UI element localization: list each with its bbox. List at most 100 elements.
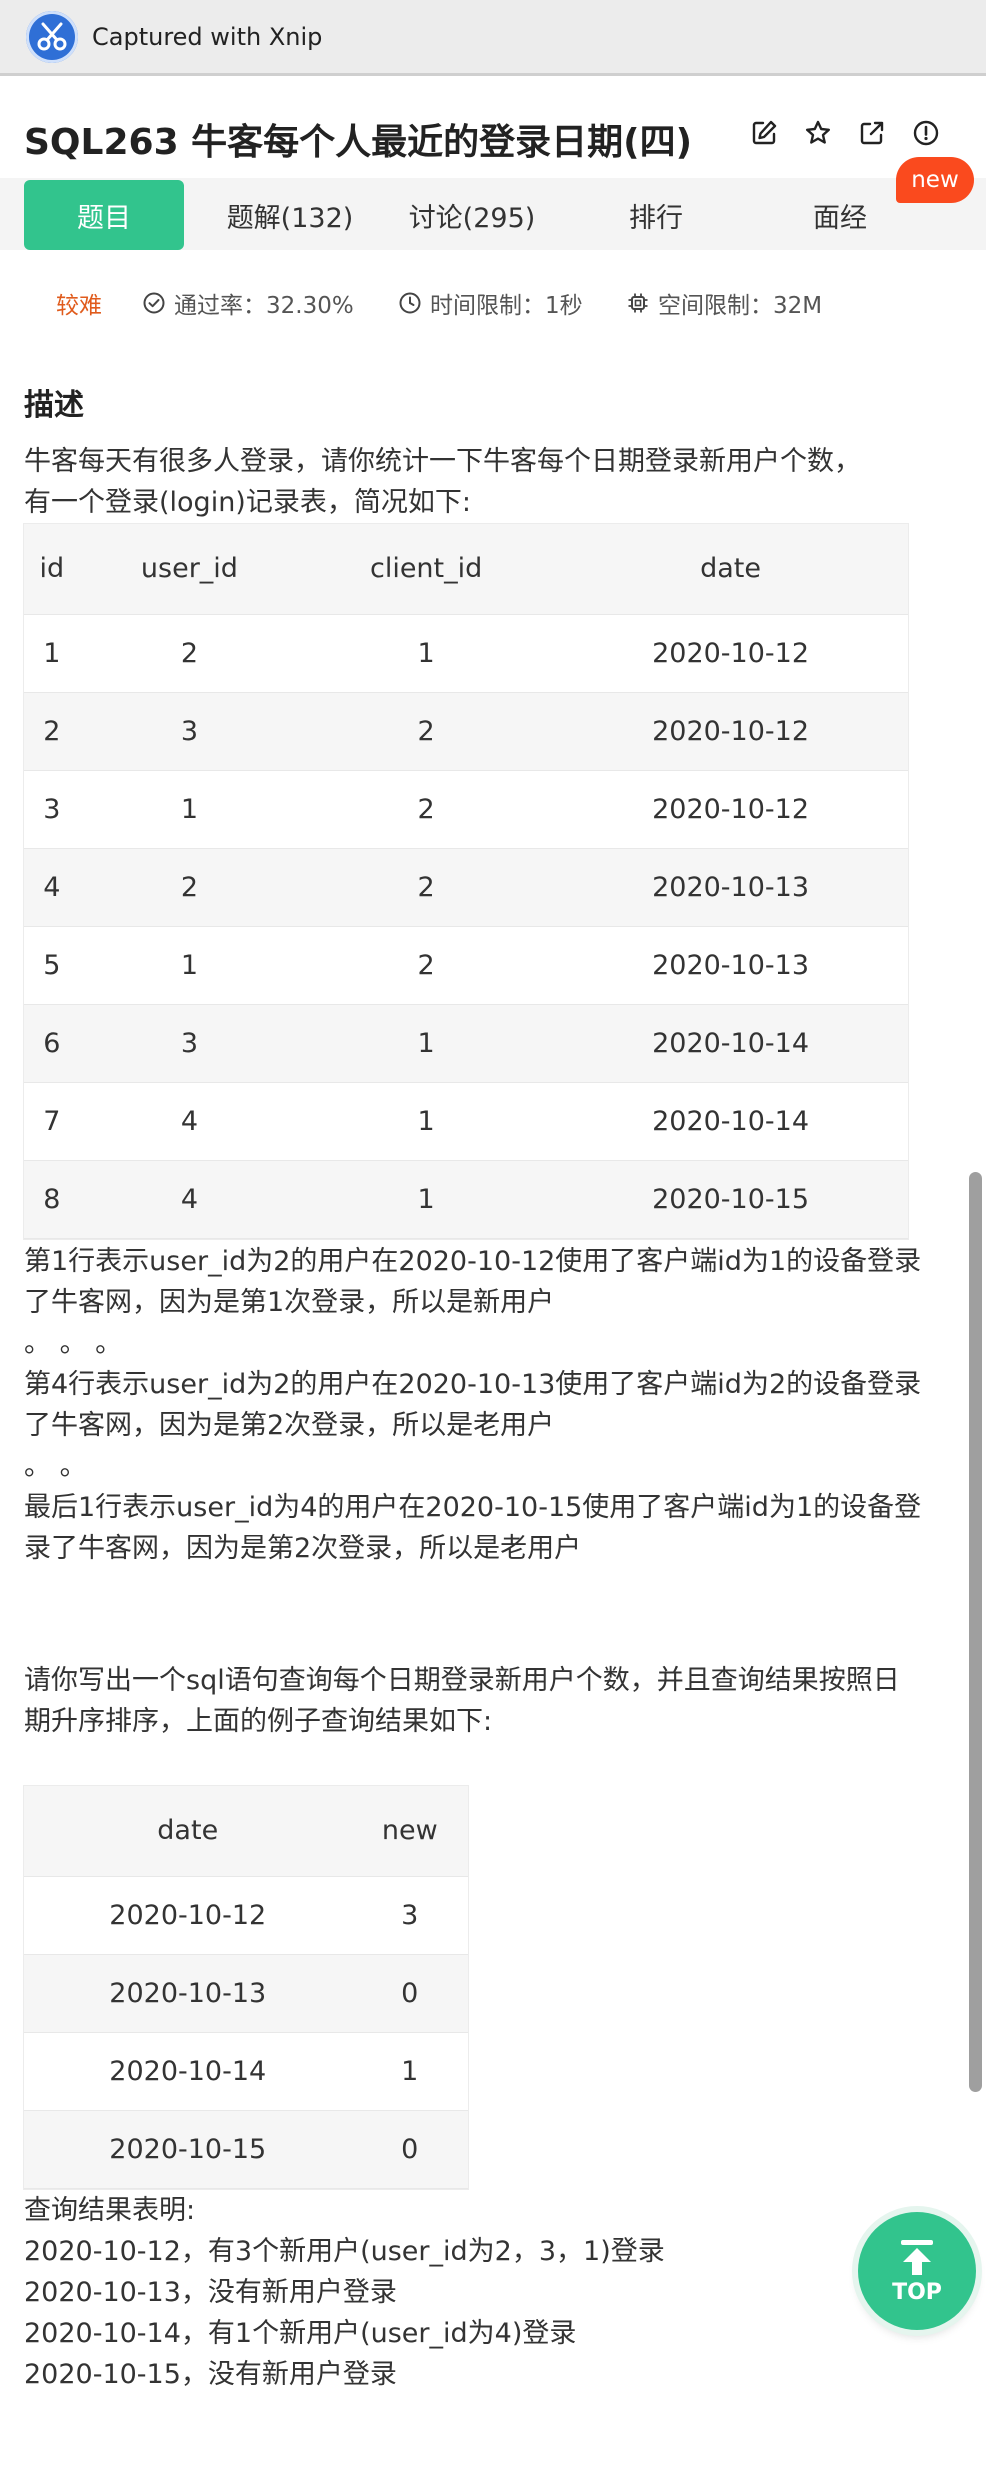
- table-row: 4 2 2 2020-10-13: [24, 848, 908, 927]
- table-cell: 1: [299, 614, 554, 693]
- tab-discussion[interactable]: 讨论(295): [392, 180, 552, 250]
- table-row: 5 1 2 2020-10-13: [24, 926, 908, 1005]
- xnip-capture-label: Captured with Xnip: [92, 22, 323, 51]
- result-table: date new 2020-10-12 3 2020-10-13 0 2020-…: [24, 1786, 468, 2189]
- tab-ranking[interactable]: 排行: [576, 180, 736, 250]
- table-cell: 2: [299, 926, 554, 1005]
- edit-icon[interactable]: [750, 119, 778, 147]
- table-cell: 1: [351, 2032, 468, 2111]
- table-cell: 1: [299, 1160, 554, 1239]
- table-row: 3 1 2 2020-10-12: [24, 770, 908, 849]
- table-cell: 3: [351, 1876, 468, 1955]
- new-badge: new: [896, 157, 974, 203]
- result-line: 2020-10-12，有3个新用户(user_id为2，3，1)登录: [24, 2236, 665, 2267]
- table-cell: 1: [299, 1004, 554, 1083]
- task-line: 请你写出一个sql语句查询每个日期登录新用户个数，并且查询结果按照日: [24, 1665, 900, 1696]
- column-header: client_id: [299, 524, 554, 615]
- table-cell: 4: [24, 848, 80, 927]
- check-circle-icon: [143, 292, 165, 314]
- table-cell: 2020-10-14: [553, 1004, 908, 1083]
- explanation-line: 了牛客网，因为是第2次登录，所以是老用户: [24, 1410, 555, 1441]
- table-cell: 2: [299, 848, 554, 927]
- table-cell: 3: [24, 770, 80, 849]
- table-cell: 5: [24, 926, 80, 1005]
- intro-line: 有一个登录(login)记录表，简况如下:: [24, 487, 471, 518]
- tab-problem[interactable]: 题目: [24, 180, 184, 250]
- result-explanation: 查询结果表明: 2020-10-12，有3个新用户(user_id为2，3，1)…: [24, 2190, 954, 2395]
- table-row: 2020-10-14 1: [24, 2032, 468, 2111]
- table-cell: 2020-10-15: [553, 1160, 908, 1239]
- explanation-line: 第4行表示user_id为2的用户在2020-10-13使用了客户端id为2的设…: [24, 1369, 922, 1400]
- table-cell: 1: [79, 770, 300, 849]
- top-label: TOP: [892, 2279, 942, 2305]
- explanation-line: 第1行表示user_id为2的用户在2020-10-12使用了客户端id为1的设…: [24, 1246, 922, 1277]
- problem-tabs: 题目 题解(132) 讨论(295) 排行 面经: [0, 178, 986, 250]
- page-title: SQL263 牛客每个人最近的登录日期(四): [24, 122, 693, 163]
- table-cell: 2: [79, 848, 300, 927]
- table-cell: 2020-10-13: [553, 926, 908, 1005]
- table-cell: 3: [79, 1004, 300, 1083]
- tab-solutions[interactable]: 题解(132): [210, 180, 370, 250]
- result-line: 2020-10-15，没有新用户登录: [24, 2359, 397, 2390]
- table-row: 2020-10-13 0: [24, 1954, 468, 2033]
- table-cell: 2: [299, 692, 554, 771]
- share-icon[interactable]: [858, 119, 886, 147]
- title-actions: [750, 119, 940, 147]
- table-row: 6 3 1 2020-10-14: [24, 1004, 908, 1083]
- explanation-line: 了牛客网，因为是第1次登录，所以是新用户: [24, 1287, 555, 1318]
- login-table: id user_id client_id date 1 2 1 2020-10-…: [24, 524, 908, 1239]
- arrow-up-to-top-icon: [901, 2239, 933, 2275]
- clock-icon: [399, 292, 421, 314]
- task-statement: 请你写出一个sql语句查询每个日期登录新用户个数，并且查询结果按照日 期升序排序…: [24, 1660, 954, 1742]
- table-cell: 1: [79, 926, 300, 1005]
- difficulty-label: 较难: [56, 293, 102, 319]
- column-header: id: [24, 524, 80, 615]
- table-cell: 7: [24, 1082, 80, 1161]
- table-cell: 6: [24, 1004, 80, 1083]
- space-limit: 空间限制：32M: [626, 286, 822, 320]
- xnip-capture-bar: Captured with Xnip: [0, 0, 986, 76]
- table-cell: 2020-10-12: [24, 1876, 352, 1955]
- vertical-scrollbar[interactable]: [969, 1172, 982, 2092]
- explanation-block: 第1行表示user_id为2的用户在2020-10-12使用了客户端id为1的设…: [24, 1241, 954, 1569]
- column-header: date: [553, 524, 908, 615]
- table-cell: 2020-10-15: [24, 2110, 352, 2189]
- table-cell: 2020-10-12: [553, 770, 908, 849]
- xnip-scissors-icon: [26, 10, 78, 63]
- table-cell: 2020-10-14: [553, 1082, 908, 1161]
- column-header: user_id: [79, 524, 300, 615]
- chip-icon: [628, 293, 648, 313]
- ellipsis-dots: 。 。 。: [24, 1328, 123, 1359]
- table-cell: 1: [299, 1082, 554, 1161]
- table-cell: 1: [24, 614, 80, 693]
- table-cell: 2020-10-14: [24, 2032, 352, 2111]
- table-header-row: date new: [24, 1786, 468, 1877]
- table-cell: 2: [299, 770, 554, 849]
- time-limit: 时间限制：1秒: [398, 286, 583, 320]
- pass-rate-text: 通过率：32.30%: [174, 293, 354, 319]
- result-line: 2020-10-13，没有新用户登录: [24, 2277, 397, 2308]
- column-header: date: [24, 1786, 352, 1877]
- time-limit-text: 时间限制：1秒: [430, 293, 583, 319]
- back-to-top-button[interactable]: TOP: [858, 2212, 976, 2330]
- intro-line: 牛客每天有很多人登录，请你统计一下牛客每个日期登录新用户个数，: [24, 446, 861, 477]
- result-line: 2020-10-14，有1个新用户(user_id为4)登录: [24, 2318, 577, 2349]
- column-header: new: [351, 1786, 468, 1877]
- table-cell: 2020-10-13: [24, 1954, 352, 2033]
- table-cell: 2020-10-12: [553, 614, 908, 693]
- table-row: 2020-10-12 3: [24, 1876, 468, 1955]
- task-line: 期升序排序，上面的例子查询结果如下:: [24, 1706, 493, 1737]
- table-cell: 0: [351, 1954, 468, 2033]
- table-row: 7 4 1 2020-10-14: [24, 1082, 908, 1161]
- explanation-line: 录了牛客网，因为是第2次登录，所以是老用户: [24, 1533, 582, 1564]
- explanation-line: 最后1行表示user_id为4的用户在2020-10-15使用了客户端id为1的…: [24, 1492, 922, 1523]
- table-cell: 0: [351, 2110, 468, 2189]
- table-cell: 2: [79, 614, 300, 693]
- description-intro: 牛客每天有很多人登录，请你统计一下牛客每个日期登录新用户个数， 有一个登录(lo…: [24, 441, 954, 523]
- table-cell: 2020-10-12: [553, 692, 908, 771]
- star-icon[interactable]: [804, 119, 832, 147]
- description-heading: 描述: [24, 388, 84, 423]
- ellipsis-dots: 。 。: [24, 1451, 87, 1482]
- info-icon[interactable]: [912, 119, 940, 147]
- table-row: 1 2 1 2020-10-12: [24, 614, 908, 693]
